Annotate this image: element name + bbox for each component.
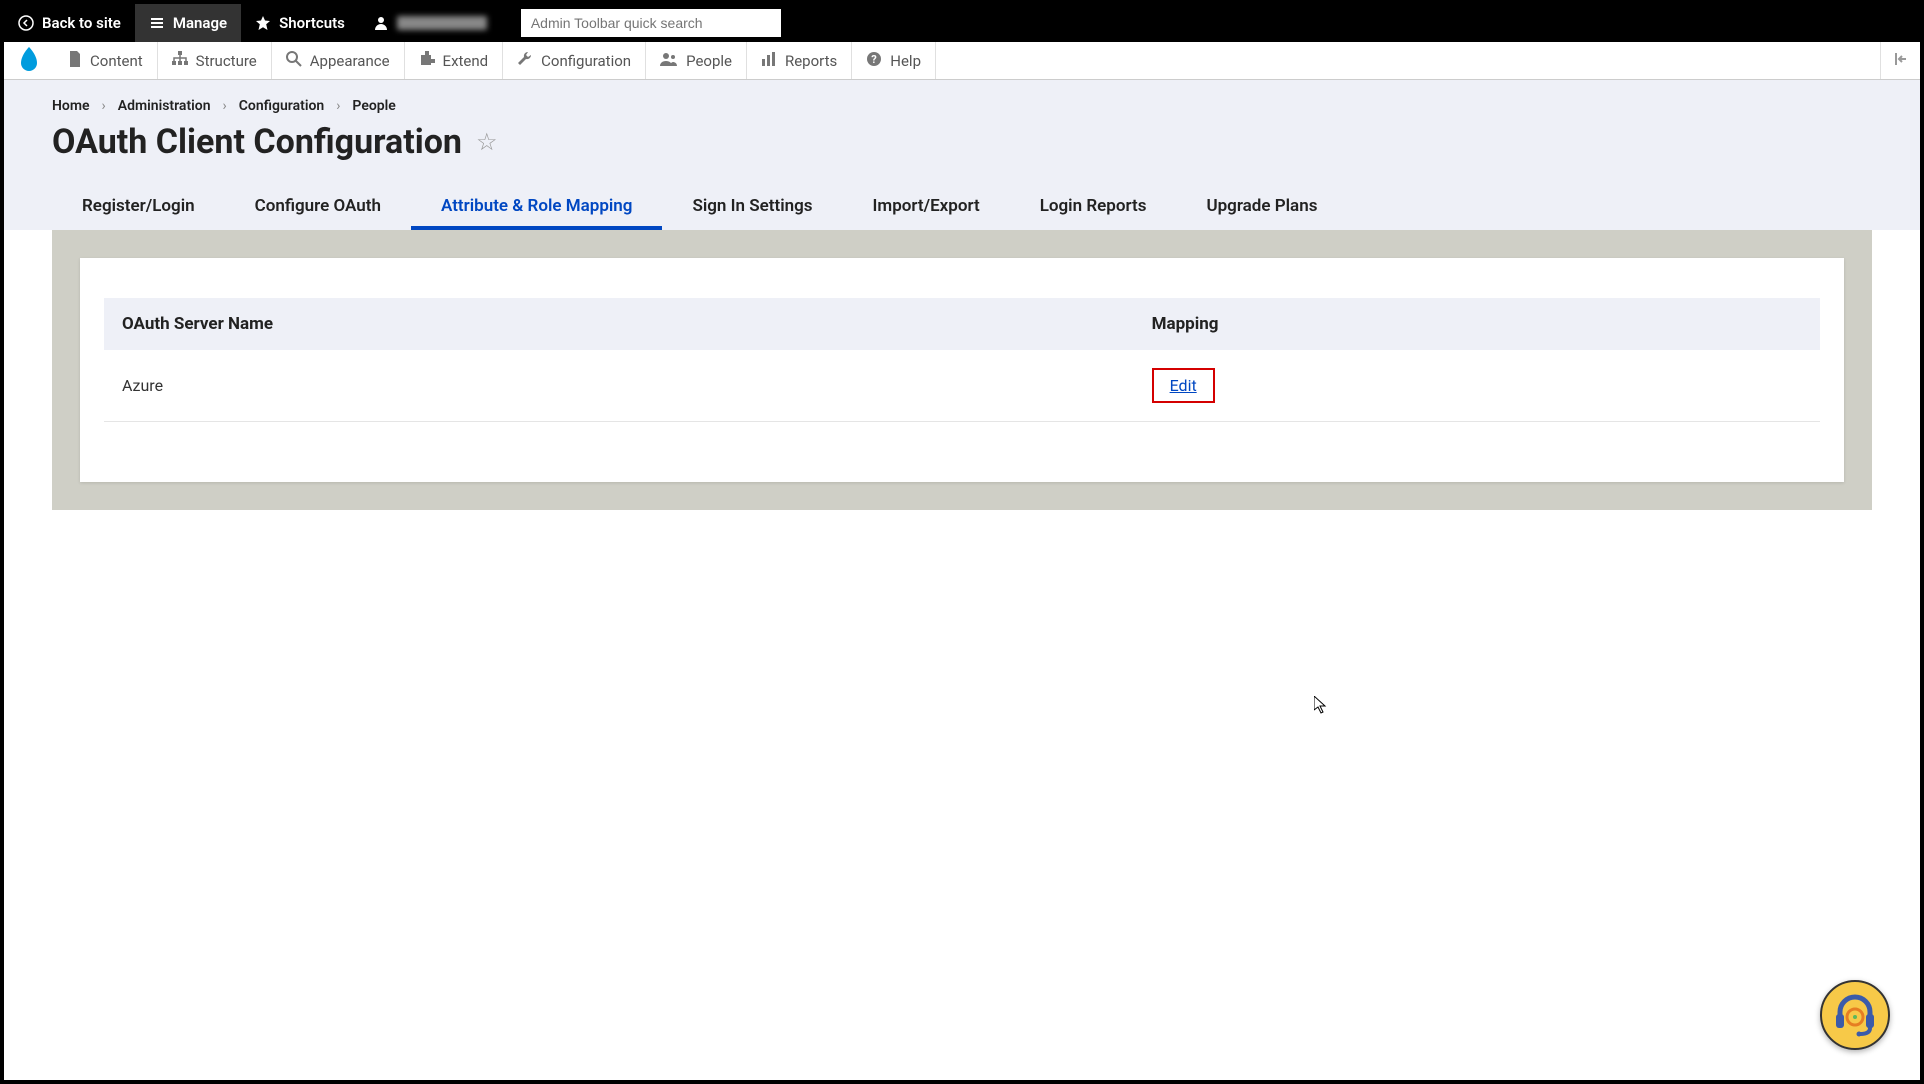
breadcrumb: Home › Administration › Configuration › …: [52, 98, 1872, 114]
shortcuts-label: Shortcuts: [279, 14, 345, 32]
shortcuts-link[interactable]: Shortcuts: [241, 4, 359, 42]
mapping-card: OAuth Server Name Mapping Azure Edit: [80, 258, 1844, 482]
menu-reports-label: Reports: [785, 52, 837, 70]
menu-configuration[interactable]: Configuration: [503, 42, 646, 79]
admin-toolbar-top: Back to site Manage Shortcuts: [4, 4, 1920, 42]
username-label: [397, 16, 487, 30]
collapse-toolbar-button[interactable]: [1880, 42, 1920, 79]
tab-login-reports[interactable]: Login Reports: [1010, 186, 1177, 230]
page-header-region: Home › Administration › Configuration › …: [4, 80, 1920, 230]
help-icon: ?: [866, 51, 882, 71]
chevron-right-icon: ›: [102, 98, 106, 114]
people-icon: [660, 51, 678, 71]
tab-register-login[interactable]: Register/Login: [52, 186, 225, 230]
tab-import-export[interactable]: Import/Export: [843, 186, 1010, 230]
wand-icon: [286, 51, 302, 71]
star-icon: [255, 15, 271, 31]
document-icon: [68, 51, 82, 71]
page-title: OAuth Client Configuration: [52, 122, 462, 162]
edit-highlight-box: Edit: [1152, 368, 1215, 403]
content-region: OAuth Server Name Mapping Azure Edit: [52, 230, 1872, 510]
menu-extend[interactable]: Extend: [405, 42, 504, 79]
menu-content[interactable]: Content: [54, 42, 158, 79]
headset-icon: [1830, 990, 1880, 1040]
cell-server-name: Azure: [104, 350, 1134, 422]
oauth-mapping-table: OAuth Server Name Mapping Azure Edit: [104, 298, 1820, 422]
svg-text:?: ?: [872, 53, 878, 66]
tab-sign-in-settings[interactable]: Sign In Settings: [662, 186, 842, 230]
menu-help-label: Help: [890, 52, 921, 70]
back-arrow-icon: [18, 15, 34, 31]
col-header-mapping: Mapping: [1134, 298, 1820, 350]
drupal-logo-icon[interactable]: [4, 47, 54, 75]
menu-help[interactable]: ? Help: [852, 42, 936, 79]
tab-attribute-role-mapping[interactable]: Attribute & Role Mapping: [411, 186, 662, 230]
mouse-cursor-icon: [1314, 696, 1328, 718]
chevron-right-icon: ›: [336, 98, 340, 114]
breadcrumb-people[interactable]: People: [352, 98, 395, 114]
puzzle-icon: [419, 51, 435, 71]
menu-structure[interactable]: Structure: [158, 42, 272, 79]
col-header-server: OAuth Server Name: [104, 298, 1134, 350]
table-row: Azure Edit: [104, 350, 1820, 422]
favorite-star-icon[interactable]: ☆: [476, 128, 498, 156]
manage-label: Manage: [173, 14, 227, 32]
chart-icon: [761, 51, 777, 71]
hamburger-icon: [149, 15, 165, 31]
menu-extend-label: Extend: [443, 52, 489, 70]
menu-content-label: Content: [90, 52, 143, 70]
chevron-right-icon: ›: [223, 98, 227, 114]
admin-quick-search: [521, 9, 781, 37]
menu-structure-label: Structure: [196, 52, 257, 70]
wrench-icon: [517, 51, 533, 71]
support-chat-button[interactable]: [1820, 980, 1890, 1050]
config-tabs: Register/Login Configure OAuth Attribute…: [52, 186, 1872, 230]
edit-mapping-link[interactable]: Edit: [1170, 376, 1197, 395]
user-menu[interactable]: [359, 4, 501, 42]
tab-upgrade-plans[interactable]: Upgrade Plans: [1176, 186, 1347, 230]
breadcrumb-home[interactable]: Home: [52, 98, 90, 114]
collapse-icon: [1893, 51, 1909, 71]
back-to-site-link[interactable]: Back to site: [4, 4, 135, 42]
user-icon: [373, 15, 389, 31]
breadcrumb-administration[interactable]: Administration: [118, 98, 211, 114]
tab-configure-oauth[interactable]: Configure OAuth: [225, 186, 411, 230]
menu-reports[interactable]: Reports: [747, 42, 852, 79]
menu-appearance-label: Appearance: [310, 52, 390, 70]
manage-toggle[interactable]: Manage: [135, 4, 241, 42]
menu-people[interactable]: People: [646, 42, 747, 79]
menu-configuration-label: Configuration: [541, 52, 631, 70]
menu-appearance[interactable]: Appearance: [272, 42, 405, 79]
search-input[interactable]: [521, 9, 781, 37]
admin-toolbar-menu: Content Structure Appearance Extend Conf…: [4, 42, 1920, 80]
back-to-site-label: Back to site: [42, 14, 121, 32]
structure-icon: [172, 51, 188, 71]
menu-people-label: People: [686, 52, 732, 70]
breadcrumb-configuration[interactable]: Configuration: [239, 98, 324, 114]
